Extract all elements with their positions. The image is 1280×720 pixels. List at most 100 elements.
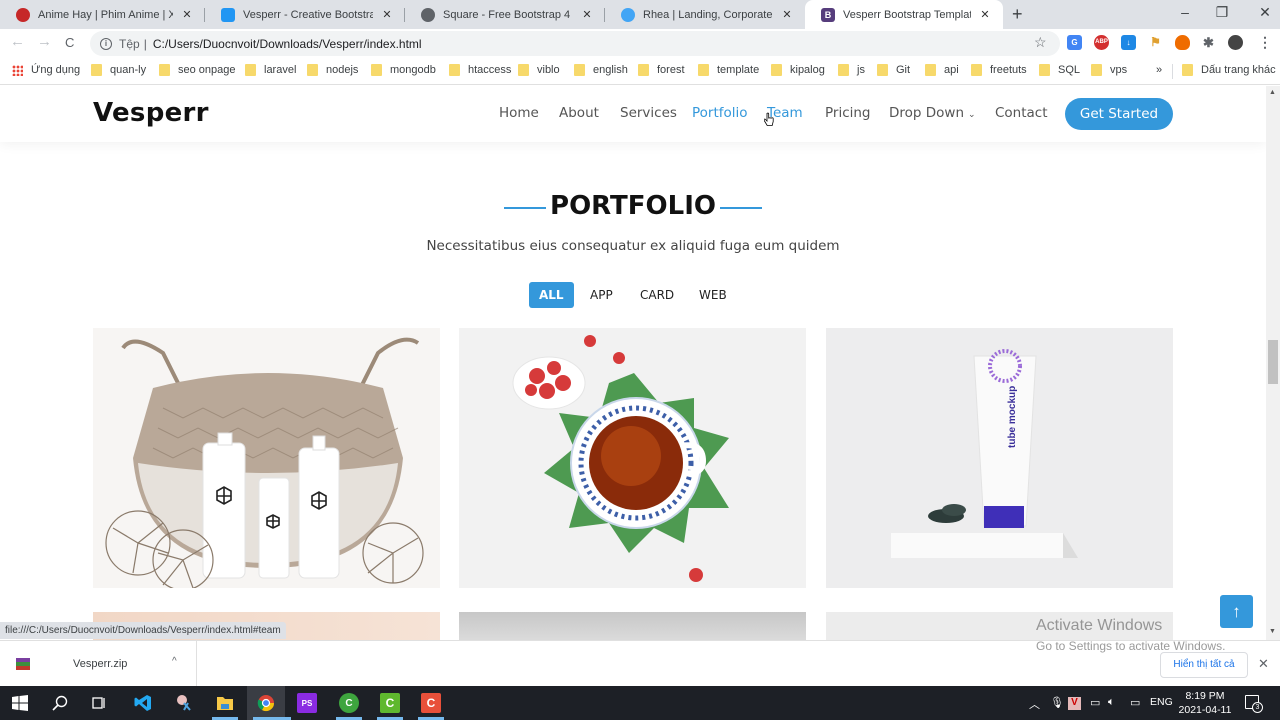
filter-card[interactable]: CARD [630, 282, 684, 308]
bookmark-folder[interactable]: mongodb [371, 64, 436, 76]
chrome-icon[interactable] [256, 693, 276, 713]
battery-icon[interactable]: ▭ [1130, 696, 1140, 709]
filter-app[interactable]: APP [580, 282, 623, 308]
camtasia-icon[interactable]: C [380, 693, 400, 713]
get-started-button[interactable]: Get Started [1065, 98, 1173, 130]
search-icon[interactable] [50, 693, 70, 713]
close-tab-icon[interactable]: ✕ [179, 8, 195, 21]
camtasia-studio-icon[interactable]: C [421, 693, 441, 713]
vietkey-icon[interactable]: V [1068, 697, 1081, 710]
minimize-button[interactable]: – [1170, 4, 1200, 20]
back-button[interactable]: ← [10, 33, 25, 50]
new-tab-button[interactable]: + [1012, 4, 1023, 25]
volume-icon[interactable]: 🔈︎ [1108, 696, 1115, 709]
close-tab-icon[interactable]: ✕ [379, 8, 395, 21]
address-bar[interactable]: i Tệp | C:/Users/Duocnvoit/Downloads/Ves… [90, 31, 1060, 56]
system-clock[interactable]: 8:19 PM 2021-04-11 [1176, 689, 1234, 717]
bookmark-folder[interactable]: forest [638, 64, 685, 76]
page-scrollbar[interactable]: ▲ ▼ [1266, 86, 1280, 640]
close-downloads-bar-icon[interactable]: ✕ [1258, 656, 1269, 672]
filter-web[interactable]: WEB [689, 282, 737, 308]
close-tab-icon[interactable]: ✕ [779, 8, 795, 21]
tab-vesperr-creative[interactable]: Vesperr - Creative Bootstrap Template ✕ [205, 0, 405, 29]
show-all-downloads-button[interactable]: Hiển thị tất cả [1160, 652, 1248, 678]
nav-pricing[interactable]: Pricing [825, 105, 871, 121]
back-to-top-button[interactable]: ↑ [1220, 595, 1253, 628]
folder-icon [371, 64, 382, 76]
fire-extension-icon[interactable]: ● [1175, 35, 1190, 50]
bookmark-folder[interactable]: viblo [518, 64, 560, 76]
other-bookmarks[interactable]: Dấu trang khác [1182, 64, 1276, 76]
bookmark-label: viblo [537, 64, 560, 76]
bookmark-folder[interactable]: seo onpage [159, 64, 236, 76]
nav-contact[interactable]: Contact [995, 105, 1048, 121]
nav-about[interactable]: About [559, 105, 599, 121]
bookmarks-overflow-button[interactable]: » [1156, 64, 1162, 76]
portfolio-item-5[interactable] [459, 612, 806, 640]
download-options-icon[interactable]: ^ [172, 656, 177, 667]
tab-rhea[interactable]: Rhea | Landing, Corporate & Business ✕ [605, 0, 805, 29]
microphone-icon[interactable]: 🎙︎ [1050, 696, 1064, 709]
maximize-button[interactable]: ❐ [1207, 4, 1237, 21]
tab-anime-hay[interactable]: Anime Hay | Phim Anime | Xem Anime ✕ [0, 0, 205, 29]
browser-menu-icon[interactable]: ⋮ [1258, 34, 1272, 51]
download-item[interactable]: Vesperr.zip ^ [0, 641, 197, 687]
tab-square[interactable]: Square - Free Bootstrap 4 Template ✕ [405, 0, 605, 29]
url-text[interactable]: C:/Users/Duocnvoit/Downloads/Vesperr/ind… [153, 37, 422, 51]
pin-extension-icon[interactable]: ⚑ [1148, 35, 1163, 50]
profile-avatar-icon[interactable]: ● [1228, 35, 1243, 50]
filter-all[interactable]: ALL [529, 282, 574, 308]
bookmark-folder[interactable]: Git [877, 64, 910, 76]
nav-home[interactable]: Home [499, 105, 539, 121]
bookmarks-bar: Ứng dụng quan-ly seo onpage laravel node… [0, 58, 1280, 85]
forward-button[interactable]: → [37, 33, 52, 50]
portfolio-item-tube[interactable]: tube mockup [826, 328, 1173, 588]
language-indicator[interactable]: ENG [1150, 696, 1173, 708]
bookmark-folder[interactable]: js [838, 64, 865, 76]
bookmark-label: template [717, 64, 760, 76]
tray-overflow-icon[interactable]: ︿ [1029, 696, 1040, 712]
nav-dropdown[interactable]: Drop Down ⌄ [889, 105, 976, 121]
bookmark-apps[interactable]: Ứng dụng [12, 64, 80, 76]
bookmark-folder[interactable]: template [698, 64, 759, 76]
bookmark-folder[interactable]: freetuts [971, 64, 1027, 76]
bookmark-folder[interactable]: laravel [245, 64, 296, 76]
reload-button[interactable]: C [65, 35, 74, 50]
bookmark-folder[interactable]: kipalog [771, 64, 825, 76]
nav-portfolio[interactable]: Portfolio [692, 105, 748, 121]
scroll-down-arrow-icon[interactable]: ▼ [1269, 628, 1276, 635]
task-view-icon[interactable] [89, 693, 109, 713]
file-explorer-icon[interactable] [215, 693, 235, 713]
site-info-icon[interactable]: i [100, 37, 112, 50]
bookmark-folder[interactable]: english [574, 64, 628, 76]
windows-start-icon[interactable] [10, 693, 30, 713]
download-extension-icon[interactable]: ↓ [1121, 35, 1136, 50]
bookmark-folder[interactable]: htaccess [449, 64, 511, 76]
vscode-icon[interactable] [133, 693, 153, 713]
scroll-up-arrow-icon[interactable]: ▲ [1269, 89, 1276, 96]
bookmark-folder[interactable]: nodejs [307, 64, 358, 76]
close-tab-icon[interactable]: ✕ [977, 8, 993, 21]
extensions-puzzle-icon[interactable]: ✱ [1201, 35, 1216, 50]
portfolio-item-basket[interactable] [93, 328, 440, 588]
bookmark-folder[interactable]: quan-ly [91, 64, 146, 76]
scrollbar-thumb[interactable] [1268, 340, 1278, 384]
google-translate-icon[interactable]: G [1067, 35, 1082, 50]
portfolio-item-tea[interactable] [459, 328, 806, 588]
tab-vesperr-index[interactable]: B Vesperr Bootstrap Template - Index ✕ [805, 0, 1003, 29]
camtasia-recorder-icon[interactable]: C [339, 693, 359, 713]
window-close-button[interactable]: ✕ [1250, 4, 1280, 21]
close-tab-icon[interactable]: ✕ [579, 8, 595, 21]
bookmark-folder[interactable]: SQL [1039, 64, 1080, 76]
snipping-tool-icon[interactable] [174, 693, 194, 713]
site-logo[interactable]: Vesperr [93, 98, 209, 128]
title-decoration-right [720, 207, 762, 209]
bookmark-star-icon[interactable]: ☆ [1034, 34, 1047, 51]
folder-icon [925, 64, 936, 76]
nav-services[interactable]: Services [620, 105, 677, 121]
network-icon[interactable]: ▭ [1090, 696, 1100, 709]
phpstorm-icon[interactable]: PS [297, 693, 317, 713]
adblock-plus-icon[interactable]: ABP [1094, 35, 1109, 50]
bookmark-folder[interactable]: vps [1091, 64, 1127, 76]
bookmark-folder[interactable]: api [925, 64, 959, 76]
